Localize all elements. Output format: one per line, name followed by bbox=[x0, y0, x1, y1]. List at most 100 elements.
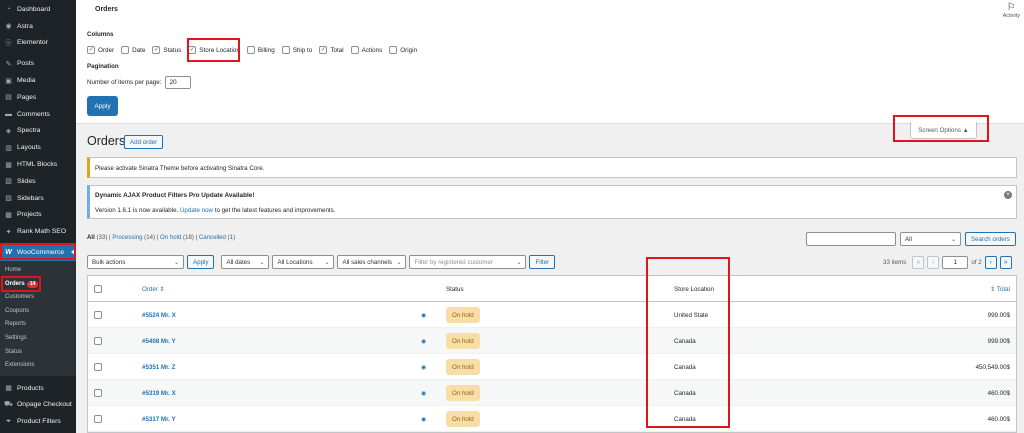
order-column-header[interactable]: Order ⇕ bbox=[142, 286, 165, 293]
customer-filter-select[interactable]: Filter by registered customer ⌄ bbox=[409, 255, 527, 269]
preview-eye-icon[interactable]: ◉ bbox=[421, 406, 426, 432]
submenu-item-customers[interactable]: Customers bbox=[0, 291, 76, 305]
add-order-button[interactable]: Add order bbox=[124, 135, 164, 149]
checkbox[interactable]: ✓ bbox=[152, 46, 161, 54]
column-toggle-store-location[interactable]: ✓ Store Location bbox=[188, 46, 240, 54]
next-page-button[interactable]: › bbox=[984, 256, 997, 269]
sidebar-item-comments[interactable]: ▬ Comments bbox=[0, 106, 76, 123]
order-link[interactable]: #5317 Mr. Y bbox=[142, 416, 176, 423]
sidebar-item-dashboard[interactable]: ◔ Dashboard bbox=[0, 1, 76, 18]
view-all[interactable]: All bbox=[87, 234, 95, 241]
table-row[interactable]: #5408 Mr. Y ◉ On hold Canada 999.00$ bbox=[88, 328, 1016, 354]
first-page-button[interactable]: « bbox=[912, 256, 925, 269]
column-toggle-status[interactable]: ✓ Status bbox=[152, 46, 181, 54]
sidebar-item-woocommerce[interactable]: W WooCommerce bbox=[0, 244, 76, 261]
submenu-item-status[interactable]: Status bbox=[0, 346, 76, 360]
update-now-link[interactable]: Update now bbox=[180, 207, 213, 214]
submenu-item-settings[interactable]: Settings bbox=[0, 332, 76, 346]
sidebar-item-html-blocks[interactable]: ▦ HTML Blocks bbox=[0, 156, 76, 173]
sidebar-item-products[interactable]: ▦ Products bbox=[0, 380, 76, 397]
order-link[interactable]: #5524 Mr. X bbox=[142, 312, 176, 319]
preview-eye-icon[interactable]: ◉ bbox=[421, 380, 426, 406]
sidebar-item-label: Onpage Checkout bbox=[17, 401, 72, 409]
sidebar-item-rank-math-seo[interactable]: ✦ Rank Math SEO bbox=[0, 223, 76, 240]
preview-eye-icon[interactable]: ◉ bbox=[421, 328, 426, 354]
total-column-header[interactable]: ⇕ Total bbox=[990, 286, 1010, 293]
screen-options-toggle[interactable]: Screen Options ▲ bbox=[910, 122, 977, 139]
filter-button[interactable]: Filter bbox=[529, 255, 556, 269]
table-row[interactable]: #5317 Mr. Y ◉ On hold Canada 460.00$ bbox=[88, 406, 1016, 432]
column-toggle-date[interactable]: Date bbox=[121, 46, 145, 54]
sidebar-item-media[interactable]: ▣ Media bbox=[0, 72, 76, 89]
view-cancelled[interactable]: Cancelled bbox=[199, 234, 226, 241]
column-toggle-billing[interactable]: Billing bbox=[246, 46, 275, 54]
order-cell: #5319 Mr. X bbox=[142, 380, 176, 406]
column-toggle-ship-to[interactable]: Ship to bbox=[281, 46, 312, 54]
row-checkbox[interactable] bbox=[94, 354, 102, 380]
sidebar-item-product-filters[interactable]: ⏷ Product Filters bbox=[0, 413, 76, 430]
sidebar-item-layouts[interactable]: ▥ Layouts bbox=[0, 139, 76, 156]
column-toggle-label: Status bbox=[163, 46, 182, 54]
dismiss-icon[interactable]: × bbox=[1004, 191, 1012, 199]
bulk-actions-select[interactable]: Bulk actions ⌄ bbox=[87, 255, 184, 269]
preview-eye-icon[interactable]: ◉ bbox=[421, 354, 426, 380]
prev-page-button[interactable]: ‹ bbox=[927, 256, 940, 269]
search-orders-button[interactable]: Search orders bbox=[965, 232, 1016, 246]
current-page-input[interactable]: 1 bbox=[942, 256, 969, 269]
search-input[interactable] bbox=[806, 232, 896, 246]
order-link[interactable]: #5351 Mr. Z bbox=[142, 364, 175, 371]
submenu-item-orders[interactable]: Orders 14 bbox=[0, 278, 76, 292]
submenu-item-coupons[interactable]: Coupons bbox=[0, 305, 76, 319]
total-cell: 450,549.00$ bbox=[975, 363, 1010, 371]
sidebar-item-slides[interactable]: ▧ Slides bbox=[0, 173, 76, 190]
bulk-apply-button[interactable]: Apply bbox=[187, 255, 215, 269]
view-on-hold[interactable]: On hold bbox=[160, 234, 181, 241]
row-checkbox[interactable] bbox=[94, 380, 102, 406]
column-toggle-origin[interactable]: Origin bbox=[389, 46, 417, 54]
sidebar-item-onpage-checkout[interactable]: ⛟ Onpage Checkout bbox=[0, 397, 76, 414]
activity-button[interactable]: ⚐ Activity bbox=[1003, 3, 1020, 20]
column-toggle-actions[interactable]: Actions bbox=[350, 46, 382, 54]
checkbox[interactable]: ✓ bbox=[188, 46, 197, 54]
submenu-item-home[interactable]: Home bbox=[0, 264, 76, 278]
locations-select[interactable]: All Locations ⌄ bbox=[272, 255, 335, 269]
checkbox[interactable] bbox=[121, 46, 130, 54]
submenu-item-reports[interactable]: Reports bbox=[0, 318, 76, 332]
preview-eye-icon[interactable]: ◉ bbox=[421, 302, 426, 328]
items-per-page-input[interactable]: 20 bbox=[164, 76, 191, 89]
column-toggle-order[interactable]: ✓ Order bbox=[87, 46, 114, 54]
sidebar-item-projects[interactable]: ▩ Projects bbox=[0, 207, 76, 224]
checkbox[interactable] bbox=[281, 46, 290, 54]
checkbox[interactable] bbox=[246, 46, 255, 54]
sales-channels-select[interactable]: All sales channels ⌄ bbox=[337, 255, 407, 269]
table-row[interactable]: #5351 Mr. Z ◉ On hold Canada 450,549.00$ bbox=[88, 354, 1016, 380]
checkbox[interactable]: ✓ bbox=[87, 46, 95, 54]
table-filters: Bulk actions ⌄ Apply All dates ⌄ All Locat… bbox=[87, 255, 558, 269]
order-link[interactable]: #5408 Mr. Y bbox=[142, 338, 176, 345]
submenu-item-extensions[interactable]: Extensions bbox=[0, 359, 76, 373]
sidebar-item-pages[interactable]: ▤ Pages bbox=[0, 89, 76, 106]
row-checkbox[interactable] bbox=[94, 328, 102, 354]
row-checkbox[interactable] bbox=[94, 406, 102, 432]
sidebar-item-spectra[interactable]: ◈ Spectra bbox=[0, 123, 76, 140]
last-page-button[interactable]: » bbox=[999, 256, 1012, 269]
row-checkbox[interactable] bbox=[94, 302, 102, 328]
checkbox[interactable]: ✓ bbox=[319, 46, 328, 54]
select-all-checkbox[interactable] bbox=[94, 276, 102, 302]
table-row[interactable]: #5319 Mr. X ◉ On hold Canada 460.00$ bbox=[88, 380, 1016, 406]
sidebar-item-elementor[interactable]: ⓔ Elementor bbox=[0, 35, 76, 52]
sidebar-item-sidebars[interactable]: ▨ Sidebars bbox=[0, 190, 76, 207]
column-toggle-label: Date bbox=[132, 46, 146, 54]
sidebar-item-posts[interactable]: ✎ Posts bbox=[0, 55, 76, 72]
checkbox[interactable] bbox=[389, 46, 398, 54]
checkbox[interactable] bbox=[350, 46, 359, 54]
search-scope-select[interactable]: All ⌄ bbox=[900, 232, 961, 246]
column-toggle-total[interactable]: ✓ Total bbox=[319, 46, 344, 54]
screen-options-apply-button[interactable]: Apply bbox=[87, 96, 118, 116]
order-link[interactable]: #5319 Mr. X bbox=[142, 390, 176, 397]
table-row[interactable]: #5524 Mr. X ◉ On hold United State 999.00$ bbox=[88, 302, 1016, 328]
columns-heading: Columns bbox=[87, 31, 114, 38]
view-processing[interactable]: Processing bbox=[112, 234, 142, 241]
dates-select[interactable]: All dates ⌄ bbox=[221, 255, 270, 269]
sidebar-item-astra[interactable]: ◉ Astra bbox=[0, 18, 76, 35]
